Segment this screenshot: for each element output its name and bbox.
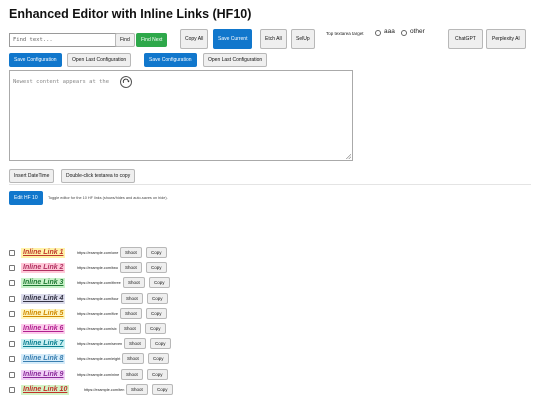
link-checkbox[interactable] (9, 265, 15, 272)
open-config-button-1[interactable]: Open Last Configuration (67, 53, 132, 67)
copy-button[interactable]: Copy (145, 323, 166, 334)
main-editor[interactable]: Newest content appears at the (9, 70, 353, 161)
link-checkbox[interactable] (9, 356, 15, 363)
link-row: Inline Link 3 https://example.com/three Sh… (9, 277, 209, 289)
copy-button[interactable]: Copy (147, 292, 168, 304)
copy-button[interactable]: Copy (150, 338, 171, 350)
shoot-button[interactable]: Shoot (124, 338, 146, 350)
inline-link[interactable]: Inline Link 4 (21, 293, 66, 304)
link-url: https://example.com/ten (84, 387, 125, 392)
link-url: https://example.com/seven (77, 342, 123, 347)
section-divider (9, 184, 531, 185)
link-checkbox[interactable] (9, 295, 15, 302)
copy-button[interactable]: Copy (149, 277, 170, 289)
edit-hf-button[interactable]: Edit HF 10 (9, 191, 43, 205)
save-current-button[interactable]: Save Current (213, 29, 253, 49)
copy-button[interactable]: Copy (146, 247, 167, 258)
inline-link[interactable]: Inline Link 1 (21, 248, 66, 258)
copy-button[interactable]: Copy (152, 383, 173, 395)
target-label: Top textarea target (326, 31, 364, 36)
copy-button[interactable]: Copy (146, 262, 167, 274)
refresh-icon[interactable] (120, 76, 132, 88)
inline-link[interactable]: Inline Link 10 (21, 384, 70, 395)
radio-other[interactable] (401, 30, 407, 36)
shoot-button[interactable]: Shoot (121, 292, 143, 304)
perplexity-button[interactable]: Perplexity AI (486, 29, 526, 49)
radio-aaa[interactable] (375, 30, 381, 36)
resize-handle-icon[interactable] (346, 154, 351, 159)
save-config-button-1[interactable]: Save Configuration (9, 53, 62, 67)
link-checkbox[interactable] (9, 326, 15, 332)
shoot-button[interactable]: Shoot (121, 368, 143, 380)
link-row: Inline Link 8 https://example.com/eight Sh… (9, 353, 209, 365)
link-url: https://example.com/three (77, 281, 121, 286)
shoot-button[interactable]: Shoot (126, 383, 148, 395)
copy-all-button[interactable]: Copy All (180, 29, 209, 49)
radio-other-label: other (410, 28, 425, 35)
link-row: Inline Link 7 https://example.com/seven Sh… (9, 338, 209, 350)
search-input[interactable] (9, 33, 118, 47)
link-checkbox[interactable] (9, 280, 15, 287)
inline-link[interactable]: Inline Link 2 (21, 263, 66, 274)
inline-link[interactable]: Inline Link 8 (21, 354, 66, 365)
shoot-button[interactable]: Shoot (120, 262, 142, 274)
link-row: Inline Link 6 https://example.com/six Shoo… (9, 323, 209, 335)
shoot-button[interactable]: Shoot (119, 323, 141, 334)
find-button[interactable]: Find (115, 33, 135, 47)
copy-button[interactable]: Copy (146, 307, 167, 319)
inline-link[interactable]: Inline Link 6 (21, 324, 66, 334)
dblclick-copy-button[interactable]: Double-click textarea to copy (61, 169, 136, 183)
link-row: Inline Link 1 https://example.com/one Shoo… (9, 247, 209, 259)
inline-link[interactable]: Inline Link 5 (21, 308, 66, 319)
page-title: Enhanced Editor with Inline Links (HF10) (9, 7, 252, 21)
insert-datetime-button[interactable]: Insert DateTime (9, 169, 55, 183)
selup-button[interactable]: SelUp (291, 29, 315, 49)
link-checkbox[interactable] (9, 341, 15, 348)
shoot-button[interactable]: Shoot (122, 353, 144, 365)
shoot-button[interactable]: Shoot (120, 307, 142, 319)
link-checkbox[interactable] (9, 371, 15, 378)
link-url: https://example.com/eight (77, 357, 121, 362)
link-row: Inline Link 2 https://example.com/two Shoo… (9, 262, 209, 274)
open-config-button-2[interactable]: Open Last Configuration (203, 53, 268, 67)
save-config-button-2[interactable]: Save Configuration (144, 53, 197, 67)
copy-button[interactable]: Copy (148, 353, 169, 365)
inline-link[interactable]: Inline Link 7 (21, 339, 66, 350)
editor-placeholder: Newest content appears at the (13, 79, 110, 85)
link-url: https://example.com/two (77, 266, 118, 271)
inline-link[interactable]: Inline Link 9 (21, 369, 66, 380)
link-url: https://example.com/nine (77, 372, 120, 377)
link-url: https://example.com/five (77, 311, 118, 316)
copy-button[interactable]: Copy (147, 368, 168, 380)
link-row: Inline Link 9 https://example.com/nine Sho… (9, 368, 209, 381)
link-url: https://example.com/four (77, 296, 119, 301)
find-next-button[interactable]: Find Next (136, 33, 168, 47)
link-url: https://example.com/six (77, 327, 117, 331)
hf-hint-text: Toggle editor for the 10 HF links (shows… (48, 196, 168, 200)
link-checkbox[interactable] (9, 386, 15, 393)
shoot-button[interactable]: Shoot (120, 247, 142, 258)
link-checkbox[interactable] (9, 310, 15, 317)
shoot-button[interactable]: Shoot (123, 277, 145, 289)
inline-link[interactable]: Inline Link 3 (21, 278, 66, 289)
link-url: https://example.com/one (77, 251, 119, 255)
etch-all-button[interactable]: Etch All (260, 29, 287, 49)
radio-aaa-label: aaa (384, 28, 395, 35)
link-checkbox[interactable] (9, 250, 15, 256)
link-row: Inline Link 4 https://example.com/four Sho… (9, 292, 209, 305)
link-row: Inline Link 10 https://example.com/ten Sho… (9, 383, 209, 396)
chatgpt-button[interactable]: ChatGPT (448, 29, 483, 49)
link-row: Inline Link 5 https://example.com/five Sho… (9, 307, 209, 320)
